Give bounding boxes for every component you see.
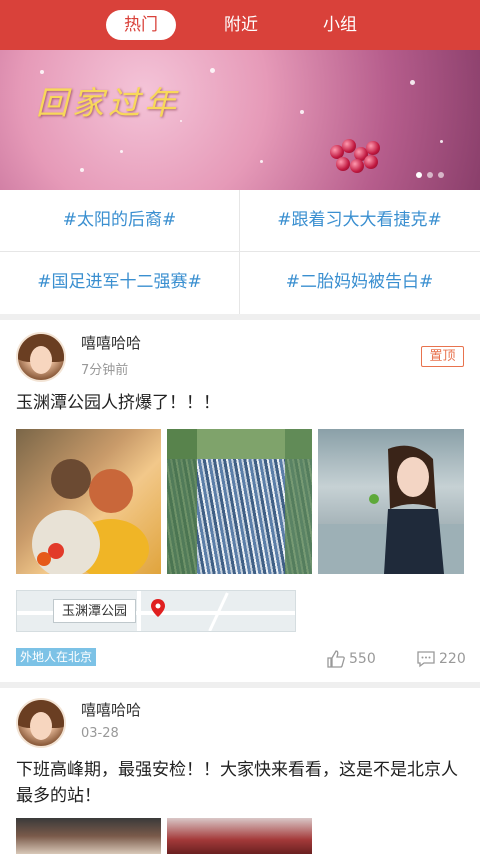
topic-item[interactable]: #二胎妈妈被告白# [240,252,479,313]
post-photo[interactable] [16,429,161,574]
post-photo[interactable] [16,818,161,854]
post-photo[interactable] [167,818,312,854]
thumbs-up-icon [327,650,345,668]
carousel-indicator [411,163,444,182]
topic-tag[interactable]: 外地人在北京 [16,648,97,666]
sparkle [80,168,84,172]
tab-hot[interactable]: 热门 [106,10,176,40]
topic-item[interactable]: #太阳的后裔# [0,190,239,251]
post-author-name[interactable]: 嘻嘻哈哈 [81,699,141,720]
sparkle [210,68,215,73]
sparkle [260,160,263,163]
post-card[interactable]: 嘻嘻哈哈 03-28 下班高峰期，最强安检！！大家快来看看，这是不是北京人最多的… [0,688,480,854]
pinned-badge: 置顶 [421,346,464,367]
sparkle [410,80,415,85]
sparkle [40,70,44,74]
sparkle [120,150,123,153]
topic-item[interactable]: #跟着习大大看捷克# [240,190,479,251]
post-text: 下班高峰期，最强安检！！大家快来看看，这是不是北京人最多的站！ [16,760,458,806]
post-photo[interactable] [318,429,464,574]
avatar[interactable] [16,332,66,382]
banner-carousel[interactable]: 回家过年 [0,50,480,190]
sparkle [180,120,182,122]
avatar[interactable] [16,698,66,748]
top-tab-bar: 热门 附近 小组 [0,0,480,50]
post-photo[interactable] [167,429,312,574]
location-label: 玉渊潭公园 [53,599,137,623]
comment-icon [417,651,435,668]
map-pin-icon [151,599,165,617]
tab-nearby[interactable]: 附近 [206,10,276,40]
comment-count: 220 [439,651,466,667]
post-card[interactable]: 嘻嘻哈哈 7分钟前 置顶 玉渊潭公园人挤爆了！！！ 玉渊潭公园 外地人在北京 5… [0,320,480,682]
like-count: 550 [349,651,376,667]
like-button[interactable]: 550 [327,650,376,668]
banner-title: 回家过年 [36,84,181,122]
sparkle [300,110,304,114]
tab-groups[interactable]: 小组 [305,10,375,40]
post-time: 03-28 [81,726,119,741]
comment-button[interactable]: 220 [417,650,466,668]
post-time: 7分钟前 [81,363,129,378]
topic-grid: #太阳的后裔# #跟着习大大看捷克# #国足进军十二强赛# #二胎妈妈被告白# [0,190,480,314]
sparkle [440,140,443,143]
location-map[interactable]: 玉渊潭公园 [16,590,296,632]
topic-item[interactable]: #国足进军十二强赛# [0,252,239,313]
post-author-name[interactable]: 嘻嘻哈哈 [81,332,141,353]
post-text: 玉渊潭公园人挤爆了！！！ [16,393,220,413]
